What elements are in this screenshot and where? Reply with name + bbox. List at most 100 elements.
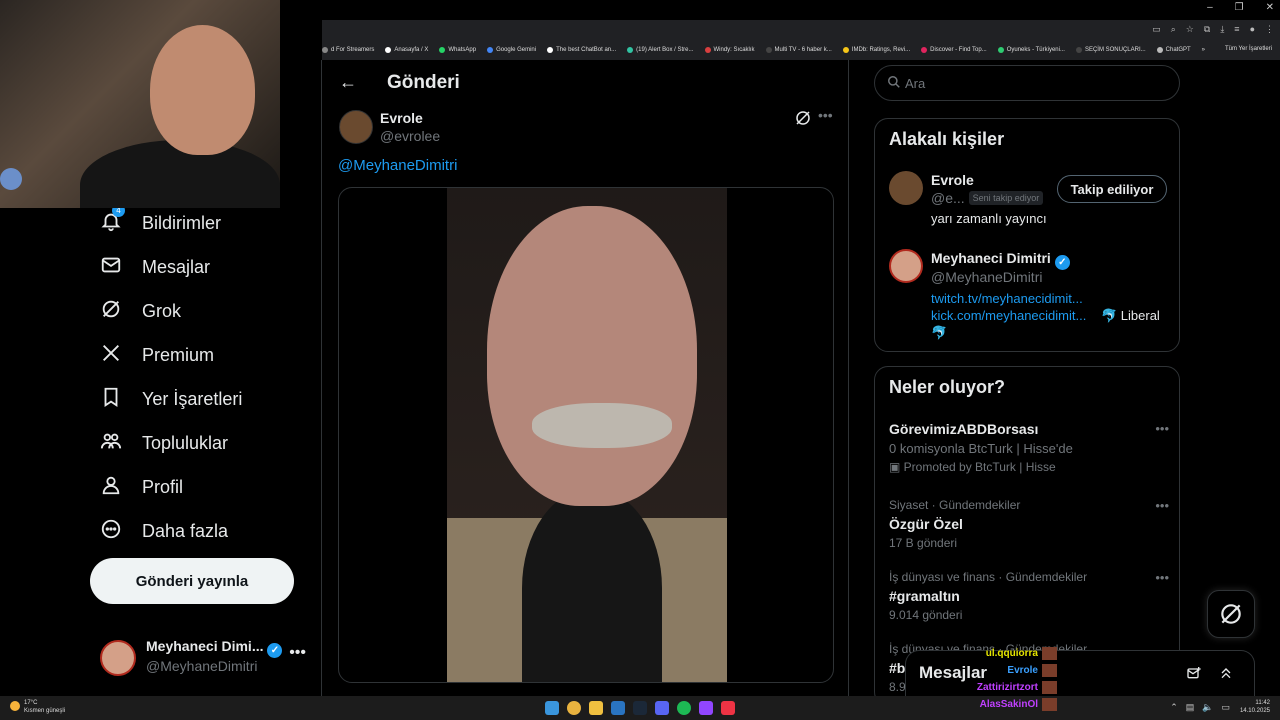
nav-premium[interactable]: Premium (100, 342, 214, 369)
post-button[interactable]: Gönderi yayınla (90, 558, 294, 604)
bookmark-item[interactable]: Oyuneks - Türkiyeni... (997, 47, 1065, 53)
post-video[interactable] (338, 187, 834, 683)
all-bookmarks[interactable]: Tüm Yer İşaretleri (1225, 46, 1272, 52)
person-name[interactable]: Evrole (931, 172, 974, 188)
close-icon[interactable]: ✕ (1266, 2, 1274, 13)
bookmark-item[interactable]: ChatGPT (1156, 47, 1191, 53)
person-handle[interactable]: @e... Seni takip ediyor (931, 190, 1044, 206)
grok-floating-button[interactable] (1207, 590, 1255, 638)
more-icon[interactable]: ••• (1155, 421, 1169, 436)
bookmark-item[interactable]: The best ChatBot an... (547, 47, 616, 53)
discord-icon[interactable] (655, 701, 669, 715)
chevron-up-icon[interactable]: ⌃ (1170, 702, 1178, 713)
bookmark-item[interactable]: Anasayfa / X (385, 47, 428, 53)
weather-widget[interactable]: 17°C Kısmen güneşli (10, 699, 65, 715)
verified-badge-icon: ✓ (1054, 255, 1070, 270)
new-message-icon[interactable] (1186, 665, 1202, 681)
browser-urlbar[interactable]: ▭ ⌕ ☆ ⧉ ⤓ ≡ ● ⋮ (322, 20, 1280, 40)
expand-icon[interactable] (1218, 665, 1234, 681)
windows-start-icon[interactable] (545, 701, 559, 715)
video-shirt (522, 488, 662, 682)
stream-app-icon[interactable] (699, 701, 713, 715)
account-switcher[interactable]: Meyhaneci Dimi... ✓ @MeyhaneDimitri ••• (100, 634, 312, 684)
nav-grok[interactable]: Grok (100, 298, 181, 325)
zoom-icon[interactable]: ⌕ (1171, 24, 1176, 35)
favicon-icon (842, 47, 849, 53)
nav-bookmarks[interactable]: Yer İşaretleri (100, 386, 242, 413)
bookmark-item[interactable]: IMDb: Ratings, Revi... (842, 47, 910, 53)
download-icon[interactable]: ⤓ (1220, 24, 1224, 35)
bookmark-label: The best ChatBot an... (556, 47, 617, 53)
envelope-icon (100, 254, 122, 281)
video-mustache (532, 403, 672, 448)
bookmark-item[interactable]: Google Gemini (487, 47, 536, 53)
verified-badge-icon: ✓ (267, 643, 283, 658)
bookmark-item[interactable]: SEÇİM SONUÇLARI... (1075, 47, 1146, 53)
clock-time: 11:42 (1255, 700, 1270, 706)
cast-icon[interactable]: ▭ (1152, 24, 1161, 35)
nav-label: Yer İşaretleri (142, 389, 243, 409)
bio-link[interactable]: kick.com/meyhanecidimit... (931, 308, 1086, 323)
spotify-icon[interactable] (677, 701, 691, 715)
grok-icon[interactable] (794, 109, 812, 127)
nav-communities[interactable]: Topluluklar (100, 430, 228, 457)
nav-messages[interactable]: Mesajlar (100, 254, 210, 281)
minimize-icon[interactable]: – (1207, 2, 1213, 13)
bookmark-item[interactable]: WhatsApp (439, 47, 476, 53)
maximize-icon[interactable]: ❐ (1235, 2, 1244, 13)
trend-title: Özgür Özel (889, 516, 963, 532)
battery-icon[interactable]: ▭ (1221, 702, 1230, 713)
trend-title: #gramaltın (889, 588, 960, 604)
profile-icon[interactable]: ● (1250, 24, 1255, 35)
bookmark-item[interactable]: d For Streamers (322, 47, 374, 53)
nav-profile[interactable]: Profil (100, 474, 183, 501)
trend-item[interactable]: GörevimizABDBorsası 0 komisyonla BtcTurk… (889, 421, 1169, 474)
more-icon[interactable]: ••• (818, 107, 833, 123)
favicon-icon (385, 47, 392, 53)
person-name[interactable]: Meyhaneci Dimitri ✓ (931, 250, 1070, 270)
folder-icon[interactable] (589, 701, 603, 715)
author-avatar[interactable] (339, 110, 373, 144)
more-icon[interactable]: ••• (1155, 570, 1169, 585)
author-name[interactable]: Evrole (380, 110, 423, 126)
network-icon[interactable]: ▤ (1186, 702, 1195, 713)
avatar[interactable] (889, 171, 923, 205)
bookmark-item[interactable]: Discover - Find Top... (921, 47, 987, 53)
following-button[interactable]: Takip ediliyor (1057, 175, 1167, 203)
bio-link[interactable]: twitch.tv/meyhanecidimit... (931, 291, 1083, 306)
avatar[interactable] (889, 249, 923, 283)
clock[interactable]: 11:42 14.10.2025 (1240, 699, 1270, 715)
account-name: Meyhaneci Dimi... ✓ (146, 638, 283, 658)
menu-icon[interactable]: ⋮ (1265, 24, 1274, 35)
volume-icon[interactable]: 🔈 (1202, 702, 1213, 713)
trend-item[interactable]: İş dünyası ve finans · Gündemdekiler #gr… (889, 570, 1169, 622)
nav-more[interactable]: Daha fazla (100, 518, 228, 545)
bookmark-item[interactable]: (19) Alert Box / Stre... (627, 47, 694, 53)
more-icon[interactable]: ••• (289, 644, 306, 662)
video-frame[interactable] (447, 188, 727, 682)
bookmark-item[interactable]: Multi TV - 6 haber k... (765, 47, 832, 53)
favicon-icon (765, 47, 772, 53)
app-icon[interactable] (611, 701, 625, 715)
author-handle[interactable]: @evrolee (380, 128, 440, 144)
chrome-icon[interactable] (567, 701, 581, 715)
star-icon[interactable]: ☆ (1186, 24, 1194, 35)
extensions-icon[interactable]: ⧉ (1204, 24, 1210, 35)
media-icon[interactable]: ≡ (1234, 24, 1239, 35)
steam-icon[interactable] (633, 701, 647, 715)
back-arrow-icon[interactable]: ← (339, 72, 357, 93)
mention-link[interactable]: @MeyhaneDimitri (338, 157, 457, 174)
bookmarks-more[interactable]: » (1202, 47, 1205, 53)
favicon-icon (1075, 47, 1082, 53)
favicon-icon (921, 47, 928, 53)
more-icon[interactable]: ••• (1155, 498, 1169, 513)
trend-item[interactable]: Siyaset · Gündemdekiler Özgür Özel 17 B … (889, 498, 1169, 550)
app-icon[interactable] (721, 701, 735, 715)
search-input[interactable]: Ara (874, 65, 1180, 101)
nav-label: Bildirimler (142, 213, 222, 233)
bookmark-item[interactable]: Windy: Sıcaklık (704, 47, 755, 53)
person-handle[interactable]: @MeyhaneDimitri (931, 269, 1042, 285)
nav-label: Topluluklar (142, 433, 229, 453)
favicon-icon (322, 47, 328, 53)
nav-notifications[interactable]: 4 Bildirimler (100, 204, 222, 237)
